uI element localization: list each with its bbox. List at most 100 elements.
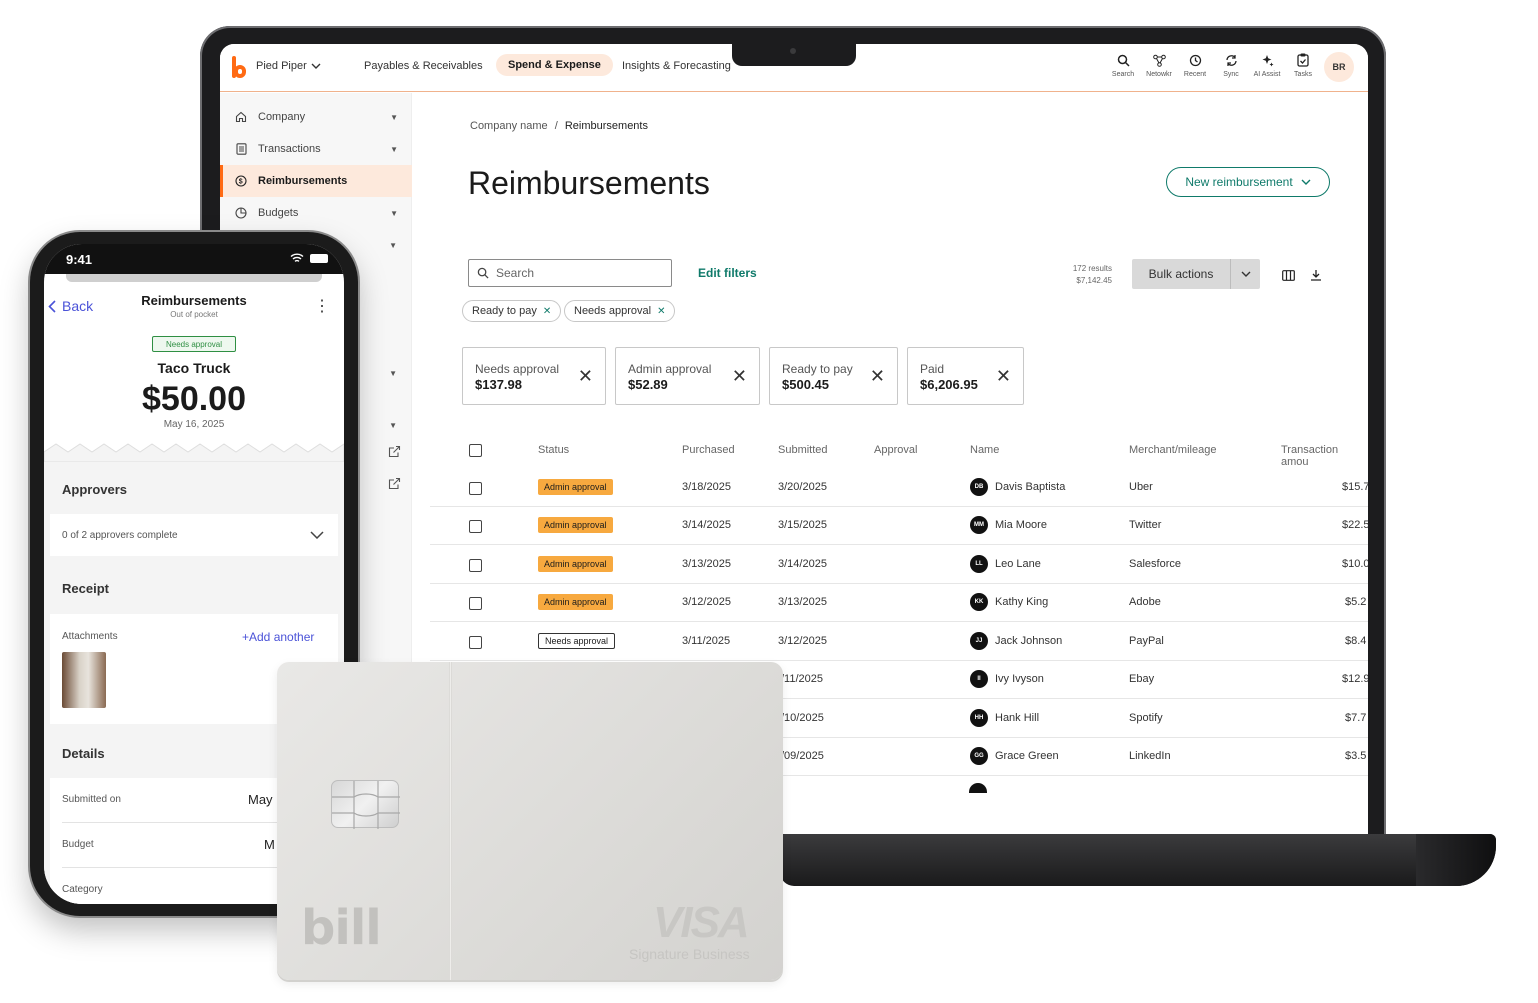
more-vertical-icon[interactable]: ⋮	[314, 296, 330, 316]
avatar: KK	[970, 593, 988, 611]
status-badge: Admin approval	[538, 556, 613, 572]
select-all-checkbox[interactable]	[469, 444, 482, 457]
column-header-amount[interactable]: Transaction amou	[1281, 444, 1368, 468]
summary-card-admin-approval[interactable]: Admin approval $52.89 ✕	[615, 347, 760, 405]
sidebar-item-company[interactable]: Company ▼	[220, 101, 412, 133]
back-button[interactable]: Back	[48, 298, 93, 314]
caret-down-icon[interactable]: ▼	[389, 369, 397, 378]
filter-chip-ready-to-pay[interactable]: Ready to pay ✕	[462, 300, 562, 322]
employee-name: Leo Lane	[995, 558, 1041, 570]
column-header-status[interactable]: Status	[538, 444, 569, 456]
page-title: Reimbursements	[468, 165, 710, 201]
table-row[interactable]: Admin approval 3/13/2025 3/14/2025 LL Le…	[430, 546, 1368, 584]
chevron-left-icon	[48, 299, 56, 313]
new-reimbursement-button[interactable]: New reimbursement	[1166, 167, 1330, 197]
caret-down-icon[interactable]: ▼	[389, 241, 397, 250]
table-row[interactable]: Admin approval 3/14/2025 3/15/2025 MM Mi…	[430, 507, 1368, 545]
budget-value: M	[264, 837, 275, 852]
nav-spend-expense[interactable]: Spend & Expense	[496, 54, 613, 76]
table-row[interactable]: Admin approval 3/18/2025 3/20/2025 DB Da…	[430, 469, 1368, 507]
column-header-approval[interactable]: Approval	[874, 444, 917, 456]
status-badge: Admin approval	[538, 517, 613, 533]
merchant: PayPal	[1129, 635, 1164, 647]
tool-network[interactable]: Netowkr	[1144, 52, 1174, 78]
sidebar-item-reimbursements[interactable]: $ Reimbursements	[220, 165, 412, 197]
row-checkbox[interactable]	[469, 559, 482, 572]
close-icon[interactable]: ✕	[578, 366, 593, 387]
row-checkbox[interactable]	[469, 597, 482, 610]
tool-search[interactable]: Search	[1108, 52, 1138, 78]
table-row[interactable]: Needs approval 3/11/2025 3/12/2025 JJ Ja…	[430, 623, 1368, 661]
filter-chip-needs-approval[interactable]: Needs approval ✕	[564, 300, 676, 322]
avatar: LL	[970, 555, 988, 573]
column-header-submitted[interactable]: Submitted	[778, 444, 828, 456]
svg-text:$: $	[239, 179, 243, 186]
summary-card-paid[interactable]: Paid $6,206.95 ✕	[907, 347, 1024, 405]
tool-tasks[interactable]: Tasks	[1288, 52, 1318, 78]
card-brand-logo: bill	[301, 900, 382, 956]
columns-icon[interactable]	[1280, 267, 1296, 283]
breadcrumb: Company name / Reimbursements	[470, 120, 648, 132]
table-row[interactable]: Admin approval 3/12/2025 3/13/2025 KK Ka…	[430, 584, 1368, 622]
close-icon[interactable]: ✕	[870, 366, 885, 387]
laptop-base	[780, 834, 1496, 886]
tool-recent[interactable]: Recent	[1180, 52, 1210, 78]
download-icon[interactable]	[1308, 267, 1324, 283]
purchased-date: 3/18/2025	[682, 481, 731, 493]
row-checkbox[interactable]	[469, 636, 482, 649]
external-link-icon[interactable]	[388, 445, 401, 460]
merchant: Salesforce	[1129, 558, 1181, 570]
close-icon[interactable]: ✕	[732, 366, 747, 387]
edit-filters-link[interactable]: Edit filters	[698, 266, 757, 280]
reimbursement-amount: $50.00	[142, 380, 246, 418]
submitted-date: /09/2025	[781, 750, 824, 762]
tool-label: AI Assist	[1253, 71, 1281, 78]
approvers-panel[interactable]: 0 of 2 approvers complete	[50, 514, 338, 556]
submitted-date: 3/15/2025	[778, 519, 827, 531]
caret-down-icon[interactable]: ▼	[389, 421, 397, 430]
summary-card-ready-to-pay[interactable]: Ready to pay $500.45 ✕	[769, 347, 898, 405]
phone-subtitle: Out of pocket	[170, 310, 218, 319]
avatar: MM	[970, 516, 988, 534]
amount: $7.7	[1345, 712, 1367, 724]
avatar: II	[970, 670, 988, 688]
breadcrumb-root[interactable]: Company name	[470, 120, 548, 132]
column-header-merchant[interactable]: Merchant/mileage	[1129, 444, 1216, 456]
row-checkbox[interactable]	[469, 520, 482, 533]
bulk-actions-button[interactable]: Bulk actions	[1132, 259, 1260, 289]
receipt-thumbnail[interactable]	[62, 652, 106, 708]
purchased-date: 3/13/2025	[682, 558, 731, 570]
chevron-down-icon[interactable]	[1230, 259, 1260, 289]
column-header-name[interactable]: Name	[970, 444, 999, 456]
close-icon[interactable]: ✕	[543, 306, 551, 317]
chevron-down-icon	[1301, 179, 1311, 185]
amount: $8.4	[1345, 635, 1367, 647]
tool-ai-assist[interactable]: AI Assist	[1252, 52, 1282, 78]
company-switcher[interactable]: Pied Piper	[256, 60, 321, 72]
merchant: Uber	[1129, 481, 1153, 493]
search-input[interactable]: Search	[468, 259, 672, 287]
breadcrumb-current: Reimbursements	[564, 120, 648, 132]
document-icon	[234, 143, 248, 155]
sidebar-item-budgets[interactable]: Budgets ▼	[220, 197, 412, 229]
results-total: $7,142.45	[1076, 276, 1112, 285]
tool-sync[interactable]: Sync	[1216, 52, 1246, 78]
results-summary: 172 results $7,142.45	[1052, 263, 1112, 287]
sidebar-item-transactions[interactable]: Transactions ▼	[220, 133, 412, 165]
employee-name: Davis Baptista	[995, 481, 1066, 493]
row-checkbox[interactable]	[469, 482, 482, 495]
bill-logo	[232, 56, 246, 78]
summary-card-needs-approval[interactable]: Needs approval $137.98 ✕	[462, 347, 606, 405]
close-icon[interactable]: ✕	[996, 366, 1011, 387]
nav-insights[interactable]: Insights & Forecasting	[622, 60, 731, 72]
column-header-purchased[interactable]: Purchased	[682, 444, 735, 456]
nav-payables[interactable]: Payables & Receivables	[364, 60, 483, 72]
external-link-icon[interactable]	[388, 477, 401, 492]
chevron-down-icon[interactable]	[310, 531, 324, 539]
add-attachment-link[interactable]: +Add another	[242, 630, 314, 644]
chip-label: Needs approval	[574, 305, 652, 317]
submitted-date: /11/2025	[781, 673, 824, 685]
tool-label: Recent	[1183, 71, 1207, 78]
user-avatar[interactable]: BR	[1324, 52, 1354, 82]
close-icon[interactable]: ✕	[657, 306, 665, 317]
